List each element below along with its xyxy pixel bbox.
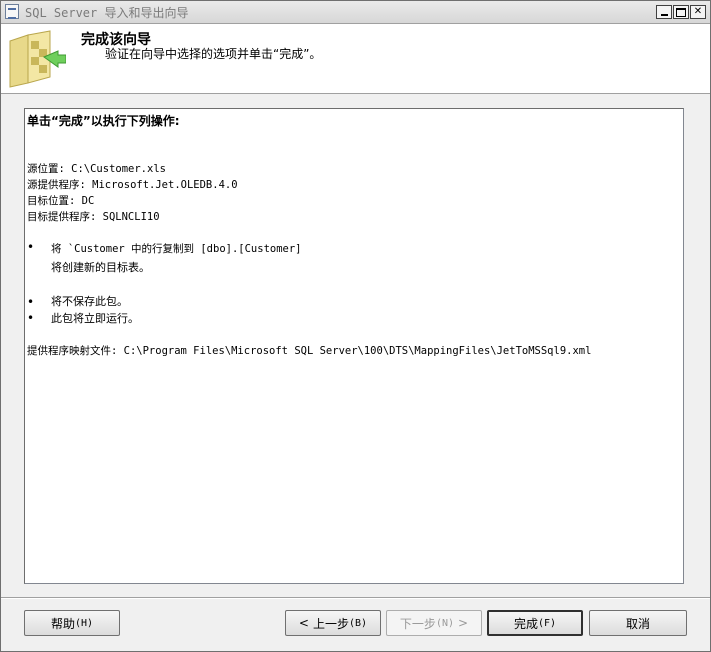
finish-button[interactable]: 完成 (F) [487, 610, 583, 636]
page-subtitle: 验证在向导中选择的选项并单击“完成”。 [105, 47, 322, 61]
run-now-item: 此包将立即运行。 [51, 312, 139, 325]
destination-location: 目标位置: DC [27, 195, 95, 207]
no-save-item: 将不保存此包。 [51, 295, 128, 308]
summary-heading: 单击“完成”以执行下列操作: [27, 114, 180, 128]
window-title: SQL Server 导入和导出向导 [25, 6, 189, 20]
cancel-label: 取消 [625, 616, 650, 631]
create-table-note: 将创建新的目标表。 [51, 261, 150, 274]
finish-label: 完成 [513, 616, 538, 631]
source-provider: 源提供程序: Microsoft.Jet.OLEDB.4.0 [27, 179, 238, 191]
close-icon: ✕ [693, 6, 703, 17]
chevron-left-icon: < [298, 616, 309, 630]
help-label: 帮助 [50, 616, 75, 631]
source-location: 源位置: C:\Customer.xls [27, 163, 166, 175]
maximize-icon [676, 7, 686, 17]
close-button[interactable]: ✕ [690, 5, 706, 19]
wizard-window: SQL Server 导入和导出向导 ✕ 完成该向导 验证在向导中选择的选项并单… [0, 0, 711, 652]
bullet-icon: • [27, 240, 35, 254]
back-button[interactable]: < 上一步 (B) [285, 610, 381, 636]
cancel-button[interactable]: 取消 [589, 610, 687, 636]
wizard-folder-icon [9, 30, 66, 88]
title-bar[interactable]: SQL Server 导入和导出向导 ✕ [1, 1, 710, 24]
bullet-icon: • [27, 311, 35, 325]
copy-rows-item: 将 `Customer 中的行复制到 [dbo].[Customer] [51, 243, 302, 255]
bullet-icon: • [27, 295, 35, 309]
help-button[interactable]: 帮助 (H) [24, 610, 120, 636]
destination-provider: 目标提供程序: SQLNCLI10 [27, 211, 160, 223]
next-hotkey: (N) [435, 617, 454, 629]
minimize-icon [660, 14, 668, 16]
back-label: 上一步 [312, 616, 349, 631]
summary-panel[interactable]: 单击“完成”以执行下列操作: 源位置: C:\Customer.xls 源提供程… [24, 108, 684, 584]
back-hotkey: (B) [349, 617, 368, 629]
help-hotkey: (H) [74, 617, 94, 629]
wizard-header: 完成该向导 验证在向导中选择的选项并单击“完成”。 [1, 24, 710, 94]
app-icon [5, 4, 19, 19]
next-button[interactable]: 下一步 (N) > [386, 610, 482, 636]
button-bar-divider [1, 597, 710, 599]
minimize-button[interactable] [656, 5, 672, 19]
next-label: 下一步 [399, 616, 436, 631]
maximize-button[interactable] [673, 5, 689, 19]
chevron-right-icon: > [458, 616, 469, 630]
finish-hotkey: (F) [537, 617, 557, 629]
mapping-file: 提供程序映射文件: C:\Program Files\Microsoft SQL… [27, 345, 592, 357]
